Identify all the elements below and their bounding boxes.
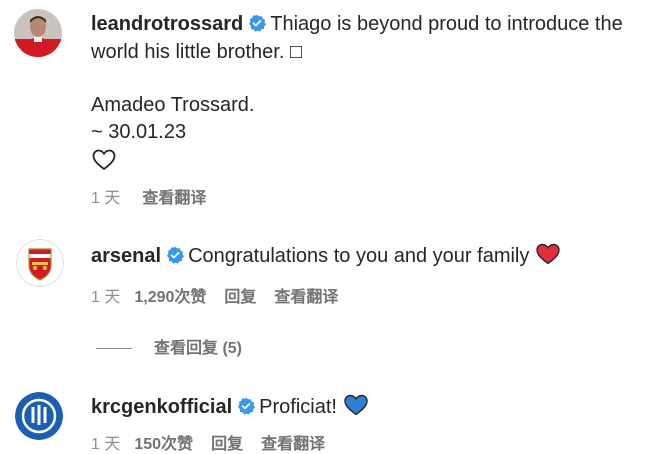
comment-krcgenkofficial: krcgenkofficial Proficiat!: [91, 393, 369, 425]
avatar-krcgenkofficial[interactable]: [15, 392, 63, 440]
blue-heart-icon: [343, 393, 369, 425]
caption-line-2-row: world his little brother. □: [91, 39, 302, 66]
like-heart-icon[interactable]: [91, 147, 117, 173]
caption-line-2: world his little brother.: [91, 41, 290, 63]
avatar-arsenal[interactable]: [16, 239, 64, 287]
comment-arsenal: arsenal Congratulations to you and your f…: [91, 242, 561, 274]
comment-time[interactable]: 1 天: [91, 190, 120, 207]
translate-link[interactable]: 查看翻译: [274, 289, 338, 306]
view-replies-label: 查看回复 (5): [154, 340, 243, 357]
verified-badge-icon: [248, 14, 267, 32]
translate-link[interactable]: 查看翻译: [142, 190, 206, 207]
view-replies-button[interactable]: 查看回复 (5): [96, 334, 242, 358]
comment-meta-leandrotrossard: 1 天 查看翻译: [91, 184, 224, 208]
username-krcgenkofficial[interactable]: krcgenkofficial: [91, 396, 232, 418]
caption-line-3: Amadeo Trossard.: [91, 94, 255, 116]
avatar-leandrotrossard[interactable]: [14, 9, 62, 57]
comment-text-arsenal: Congratulations to you and your family: [188, 245, 530, 267]
comment-meta-krcgenkofficial: 1 天 150次赞 回复 查看翻译: [91, 430, 343, 454]
missing-glyph: □: [289, 41, 303, 63]
username-leandrotrossard[interactable]: leandrotrossard: [91, 13, 243, 35]
comment-meta-arsenal: 1 天 1,290次赞 回复 查看翻译: [91, 283, 356, 307]
caption-line-1: Thiago is beyond proud to introduce the: [270, 13, 623, 35]
verified-badge-icon: [166, 246, 185, 264]
replies-divider: [96, 348, 132, 350]
comment-time[interactable]: 1 天: [91, 289, 120, 306]
comment-leandrotrossard: leandrotrossard Thiago is beyond proud to…: [91, 11, 623, 38]
comment-text-krcgenkofficial: Proficiat!: [259, 396, 337, 418]
caption-line-4: ~ 30.01.23: [91, 121, 187, 143]
username-arsenal[interactable]: arsenal: [91, 245, 161, 267]
likes-count[interactable]: 1,290次赞: [134, 289, 206, 306]
red-heart-icon: [535, 242, 561, 274]
verified-badge-icon: [237, 397, 256, 415]
reply-button[interactable]: 回复: [224, 289, 256, 306]
